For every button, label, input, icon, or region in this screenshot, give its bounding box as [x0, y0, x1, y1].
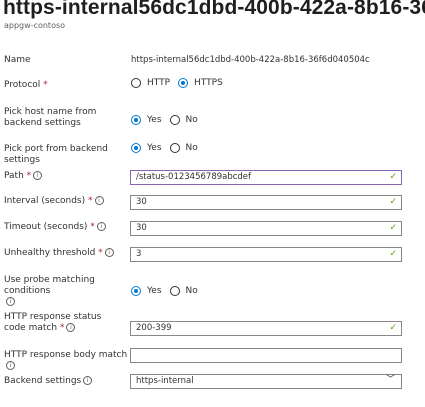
pick-host-yes-label[interactable]: Yes — [147, 115, 162, 125]
name-value: https-internal56dc1dbd-400b-422a-8b16-36… — [131, 55, 370, 65]
pick-host-radio-group: Yes No — [131, 115, 206, 125]
backend-settings-label: Backend settings i — [4, 376, 126, 387]
info-icon[interactable]: i — [94, 196, 104, 205]
interval-label: Interval (seconds) * i — [4, 196, 134, 207]
checkmark-icon: ✓ — [389, 172, 397, 182]
path-input[interactable]: /status-0123456789abcdef ✓ — [130, 170, 402, 185]
matching-no-label[interactable]: No — [186, 286, 198, 296]
checkmark-icon: ✓ — [389, 197, 397, 207]
body-match-input[interactable] — [130, 348, 402, 363]
info-icon[interactable]: i — [66, 323, 76, 332]
info-icon[interactable]: i — [83, 376, 93, 385]
protocol-radio-group: HTTP HTTPS — [131, 78, 231, 88]
pick-host-no-radio[interactable] — [169, 115, 180, 125]
backend-settings-value: https-internal — [136, 376, 194, 386]
info-icon[interactable]: i — [6, 361, 15, 370]
info-icon[interactable]: i — [104, 248, 114, 257]
pick-host-yes-radio[interactable] — [131, 115, 141, 125]
matching-yes-label[interactable]: Yes — [147, 286, 162, 296]
status-code-input[interactable]: 200-399 ✓ — [130, 321, 402, 336]
matching-yes-radio[interactable] — [131, 286, 141, 296]
protocol-https-radio[interactable] — [178, 78, 189, 88]
info-icon[interactable]: i — [33, 171, 43, 180]
interval-input-value: 30 — [136, 197, 147, 207]
body-match-label: HTTP response body matchi — [4, 350, 128, 370]
pick-port-no-label[interactable]: No — [186, 143, 198, 153]
page-subtitle: appgw-contoso — [4, 21, 66, 30]
interval-input[interactable]: 30 ✓ — [130, 195, 402, 210]
status-code-label: HTTP response status code match * i — [4, 312, 102, 333]
matching-radio-group: Yes No — [131, 286, 206, 296]
pick-port-yes-label[interactable]: Yes — [147, 143, 162, 153]
timeout-input-value: 30 — [136, 223, 147, 233]
info-icon[interactable]: i — [6, 297, 15, 306]
timeout-label: Timeout (seconds) * i — [4, 222, 134, 233]
matching-label: Use probe matching conditions i — [4, 275, 95, 306]
pick-port-no-radio[interactable] — [169, 143, 180, 153]
pick-host-label: Pick host name from backend settings — [4, 107, 97, 128]
protocol-label: Protocol * — [4, 80, 48, 90]
info-icon[interactable]: i — [96, 222, 106, 231]
timeout-input[interactable]: 30 ✓ — [130, 221, 402, 236]
unhealthy-input-value: 3 — [136, 249, 142, 259]
unhealthy-input[interactable]: 3 ✓ — [130, 247, 402, 262]
checkmark-icon: ✓ — [389, 223, 397, 233]
page-title: https-internal56dc1dbd-400b-422a-8b16-36… — [3, 0, 425, 19]
pick-host-no-label[interactable]: No — [186, 115, 198, 125]
backend-settings-dropdown[interactable]: https-internal ﹀ — [130, 374, 402, 389]
protocol-https-label[interactable]: HTTPS — [194, 78, 223, 88]
checkmark-icon: ✓ — [389, 249, 397, 259]
status-code-input-value: 200-399 — [136, 323, 172, 333]
path-input-value: /status-0123456789abcdef — [136, 172, 252, 182]
pick-port-yes-radio[interactable] — [131, 143, 141, 153]
name-label: Name — [4, 55, 31, 65]
protocol-http-label[interactable]: HTTP — [147, 78, 170, 88]
chevron-down-icon[interactable]: ﹀ — [386, 374, 395, 387]
pick-port-radio-group: Yes No — [131, 143, 206, 153]
checkmark-icon: ✓ — [389, 323, 397, 333]
matching-no-radio[interactable] — [169, 286, 180, 296]
path-label: Path * i — [4, 171, 126, 182]
protocol-http-radio[interactable] — [131, 78, 141, 88]
unhealthy-label: Unhealthy threshold * i — [4, 248, 134, 259]
pick-port-label: Pick port from backend settings — [4, 144, 108, 165]
